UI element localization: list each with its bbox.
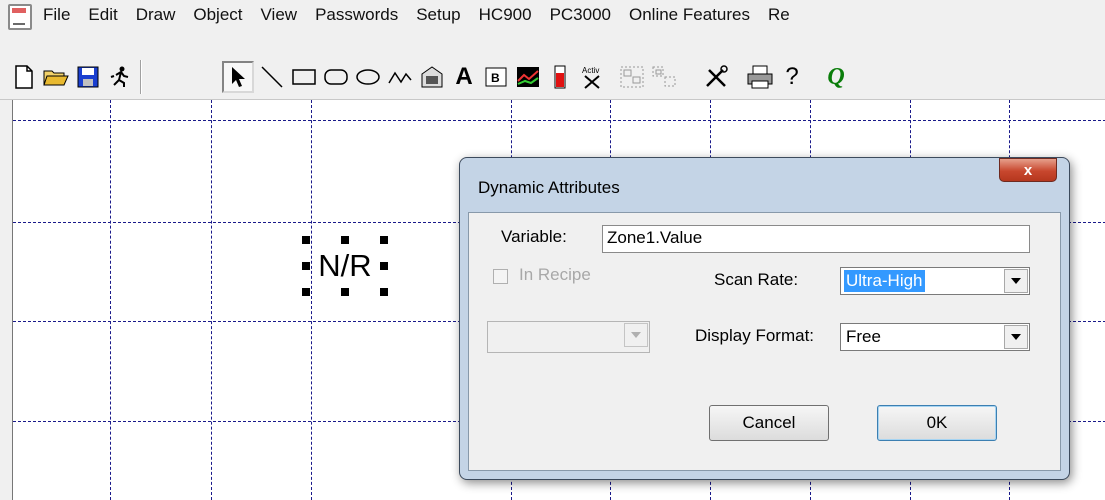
rounded-rectangle-icon[interactable] (320, 61, 352, 93)
selected-text-object[interactable]: N/R (302, 236, 388, 296)
tools-icon[interactable] (700, 61, 732, 93)
menu-object[interactable]: Object (184, 5, 251, 25)
menu-hc900[interactable]: HC900 (470, 5, 541, 25)
button-icon[interactable]: B (480, 61, 512, 93)
new-file-icon[interactable] (8, 61, 40, 93)
menu-passwords[interactable]: Passwords (306, 5, 407, 25)
cancel-button-label: Cancel (742, 413, 796, 432)
dropdown-arrow-icon[interactable] (1004, 325, 1028, 349)
scan-rate-label: Scan Rate: (714, 270, 799, 289)
resize-handle[interactable] (380, 288, 388, 296)
recipe-select[interactable] (487, 321, 650, 353)
menu-edit[interactable]: Edit (79, 5, 126, 25)
resize-handle[interactable] (341, 288, 349, 296)
display-format-label: Display Format: (695, 326, 815, 345)
menu-file[interactable]: File (34, 5, 79, 25)
resize-handle[interactable] (380, 236, 388, 244)
toolbar-separator (140, 60, 142, 94)
open-folder-icon[interactable] (40, 61, 72, 93)
print-icon[interactable] (744, 61, 776, 93)
variable-field[interactable]: Zone1.Value (602, 225, 1030, 253)
ok-button[interactable]: 0K (877, 405, 997, 441)
run-icon[interactable] (104, 61, 136, 93)
bitmap-icon[interactable] (416, 61, 448, 93)
resize-handle[interactable] (302, 236, 310, 244)
grid-line (211, 100, 212, 500)
in-recipe-checkbox[interactable] (493, 269, 508, 284)
q-icon[interactable]: Q (820, 61, 852, 93)
help-icon[interactable]: ? (776, 61, 808, 93)
in-recipe-label: In Recipe (519, 265, 591, 284)
resize-handle[interactable] (302, 288, 310, 296)
close-icon: x (1023, 161, 1033, 179)
activex-icon[interactable]: Activ (576, 61, 608, 93)
menu-report-truncated[interactable]: Re (759, 5, 799, 25)
svg-text:Activ: Activ (582, 66, 599, 75)
ok-button-label: 0K (926, 413, 948, 432)
text-icon[interactable]: A (448, 61, 480, 93)
trend-icon[interactable] (512, 61, 544, 93)
display-format-value: Free (846, 327, 881, 346)
cancel-button[interactable]: Cancel (709, 405, 829, 441)
grid-line (13, 120, 1105, 121)
menu-online-features[interactable]: Online Features (620, 5, 759, 25)
dialog-body: Variable: Zone1.Value In Recipe Scan Rat… (468, 212, 1061, 471)
scan-rate-value: Ultra-High (844, 270, 925, 292)
grid-line (110, 100, 111, 500)
resize-handle[interactable] (380, 262, 388, 270)
resize-handle[interactable] (302, 262, 310, 270)
bar-icon[interactable] (544, 61, 576, 93)
menu-view[interactable]: View (252, 5, 307, 25)
object-text: N/R (318, 248, 372, 283)
svg-text:B: B (491, 71, 500, 85)
select-arrow-icon[interactable] (222, 61, 254, 93)
ungroup-icon[interactable] (648, 61, 680, 93)
menu-pc3000[interactable]: PC3000 (541, 5, 620, 25)
save-icon[interactable] (72, 61, 104, 93)
toolbar: A B Activ ? Q (0, 52, 1105, 100)
ellipse-icon[interactable] (352, 61, 384, 93)
close-button[interactable]: x (999, 158, 1057, 182)
variable-value: Zone1.Value (607, 228, 703, 247)
rectangle-icon[interactable] (288, 61, 320, 93)
variable-label: Variable: (501, 227, 567, 246)
menu-bar: File Edit Draw Object View Passwords Set… (0, 0, 1105, 52)
app-document-icon[interactable] (8, 4, 32, 30)
group-icon[interactable] (616, 61, 648, 93)
resize-handle[interactable] (341, 236, 349, 244)
polyline-icon[interactable] (384, 61, 416, 93)
menu-setup[interactable]: Setup (407, 5, 469, 25)
dynamic-attributes-dialog: Dynamic Attributes x Variable: Zone1.Val… (459, 157, 1070, 480)
dialog-title: Dynamic Attributes (478, 178, 620, 197)
menu-draw[interactable]: Draw (127, 5, 185, 25)
dropdown-arrow-icon[interactable] (1004, 269, 1028, 293)
display-format-select[interactable]: Free (840, 323, 1030, 351)
line-icon[interactable] (256, 61, 288, 93)
grid-line (311, 100, 312, 500)
dropdown-arrow-icon[interactable] (624, 323, 648, 347)
scan-rate-select[interactable]: Ultra-High (840, 267, 1030, 295)
